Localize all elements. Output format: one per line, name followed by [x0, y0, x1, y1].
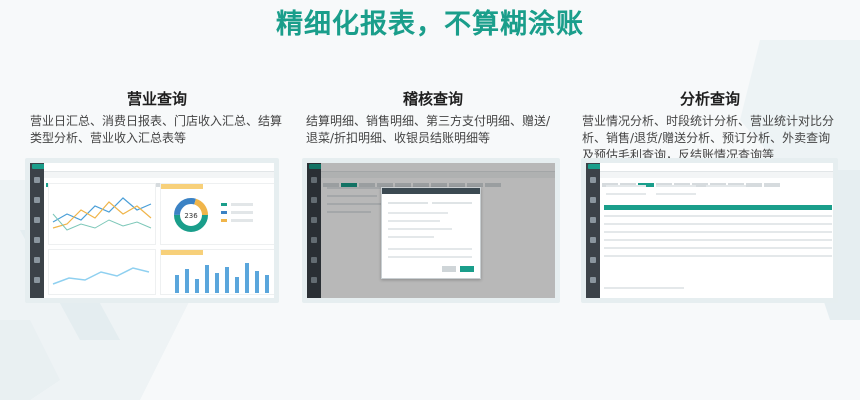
business-query-section: 营业查询 营业日汇总、消费日报表、门店收入汇总、结算类型分析、营业收入汇总表等	[30, 88, 284, 147]
analysis-report-screenshot	[581, 158, 838, 303]
line-chart-card	[48, 183, 156, 245]
mini-header	[44, 163, 274, 172]
mini-sidebar	[30, 163, 44, 298]
mini-donut-chart: 236	[174, 198, 253, 232]
mini-header	[600, 163, 833, 172]
mini-sidebar	[586, 163, 600, 298]
section-title: 分析查询	[679, 90, 740, 108]
summary-card	[48, 249, 156, 295]
detail-dialog	[381, 187, 481, 279]
mini-tabs	[44, 172, 274, 187]
mini-bar-chart	[175, 263, 269, 293]
donut-center-value: 236	[184, 212, 198, 220]
analysis-query-section: 分析查询 营业情况分析、时段统计分析、营业统计对比分析、销售/退货/赠送分析、预…	[582, 88, 838, 164]
mini-line-chart	[52, 197, 152, 231]
mini-tabs	[600, 172, 833, 187]
section-title: 营业查询	[126, 90, 187, 108]
section-title: 稽核查询	[402, 90, 463, 108]
audit-query-section: 稽核查询 结算明细、销售明细、第三方支付明细、赠送/退菜/折扣明细、收银员结账明…	[306, 88, 560, 147]
section-description: 营业情况分析、时段统计分析、营业统计对比分析、销售/退货/赠送分析、预订分析、外…	[582, 114, 835, 162]
section-description: 营业日汇总、消费日报表、门店收入汇总、结算类型分析、营业收入汇总表等	[30, 114, 283, 145]
mini-table-header	[604, 205, 832, 210]
section-description: 结算明细、销售明细、第三方支付明细、赠送/退菜/折扣明细、收银员结账明细等	[306, 114, 551, 145]
page-title: 精细化报表，不算糊涂账	[276, 9, 584, 40]
bar-chart-card	[160, 249, 274, 295]
donut-card: 236	[160, 183, 274, 245]
audit-report-screenshot	[302, 158, 560, 303]
business-report-screenshot: 236	[25, 158, 279, 303]
